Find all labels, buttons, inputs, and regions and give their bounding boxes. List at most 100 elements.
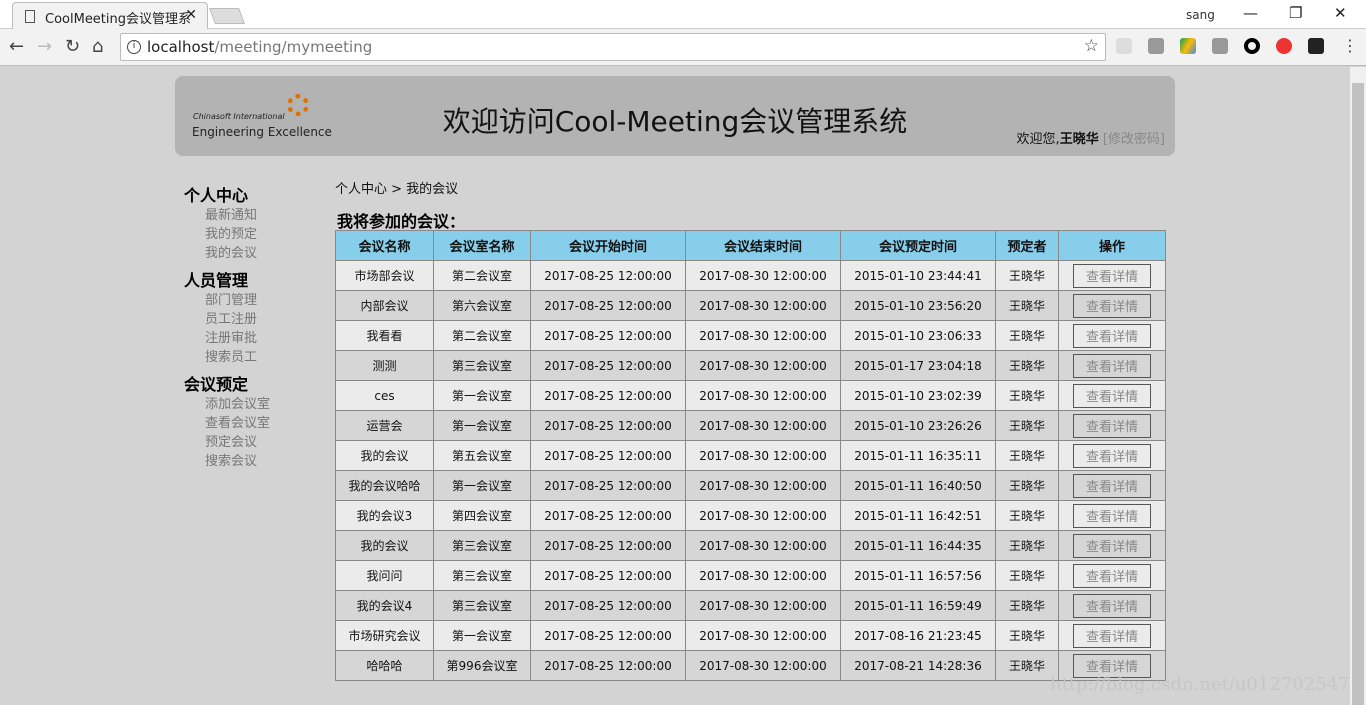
view-details-button[interactable]: 查看详情 <box>1073 533 1151 558</box>
table-cell: 2017-08-30 12:00:00 <box>685 590 841 621</box>
view-details-button[interactable]: 查看详情 <box>1073 443 1151 468</box>
gmail-extension-icon[interactable] <box>1148 38 1164 54</box>
drive-extension-icon[interactable] <box>1180 38 1196 54</box>
sidebar-item[interactable]: 注册审批 <box>184 327 270 346</box>
view-details-button[interactable]: 查看详情 <box>1073 503 1151 528</box>
view-details-button[interactable]: 查看详情 <box>1073 263 1151 288</box>
table-cell: 第三会议室 <box>433 350 531 381</box>
table-cell: 第996会议室 <box>433 650 531 681</box>
view-details-button[interactable]: 查看详情 <box>1073 413 1151 438</box>
browser-tabbar: CoolMeeting会议管理系 ✕ sang — ❐ ✕ <box>0 0 1366 30</box>
view-details-button[interactable]: 查看详情 <box>1073 563 1151 588</box>
circle-extension-icon[interactable] <box>1244 38 1260 54</box>
bookmark-star-icon[interactable]: ☆ <box>1084 36 1099 56</box>
table-cell: 王晓华 <box>995 560 1059 591</box>
table-cell: 第三会议室 <box>433 590 531 621</box>
table-cell: 第三会议室 <box>433 530 531 561</box>
reload-icon[interactable]: ↻ <box>65 36 80 57</box>
sidebar-item[interactable]: 部门管理 <box>184 289 270 308</box>
table-cell: 市场研究会议 <box>335 620 434 651</box>
watermark: http://blog.csdn.net/u012702547 <box>1050 674 1350 695</box>
table-cell: 王晓华 <box>995 470 1059 501</box>
table-cell: 我的会议3 <box>335 500 434 531</box>
restore-icon[interactable]: ❐ <box>1289 4 1302 22</box>
table-cell: 第五会议室 <box>433 440 531 471</box>
close-window-icon[interactable]: ✕ <box>1334 4 1347 22</box>
table-cell: 我的会议哈哈 <box>335 470 434 501</box>
scrollbar[interactable] <box>1350 67 1366 705</box>
table-cell: 2017-08-25 12:00:00 <box>530 500 686 531</box>
view-details-button[interactable]: 查看详情 <box>1073 383 1151 408</box>
md-extension-icon[interactable] <box>1212 38 1228 54</box>
table-cell: 第一会议室 <box>433 620 531 651</box>
view-details-button[interactable]: 查看详情 <box>1073 623 1151 648</box>
close-tab-icon[interactable]: ✕ <box>185 7 197 23</box>
table-cell: 第三会议室 <box>433 560 531 591</box>
table-cell: 2017-08-21 14:28:36 <box>840 650 996 681</box>
table-cell: 2017-08-25 12:00:00 <box>530 470 686 501</box>
sidebar-item[interactable]: 预定会议 <box>184 431 270 450</box>
back-icon[interactable]: ← <box>9 36 24 57</box>
sidebar-item[interactable]: 搜索员工 <box>184 346 270 365</box>
forward-icon[interactable]: → <box>37 36 52 57</box>
scrollbar-thumb[interactable] <box>1352 83 1364 705</box>
column-header: 预定者 <box>995 230 1059 261</box>
action-cell: 查看详情 <box>1058 380 1166 411</box>
table-cell: 王晓华 <box>995 590 1059 621</box>
table-cell: ces <box>335 380 434 411</box>
table-cell: 2017-08-25 12:00:00 <box>530 620 686 651</box>
table-cell: 王晓华 <box>995 350 1059 381</box>
home-icon[interactable]: ⌂ <box>92 36 103 57</box>
l-extension-icon[interactable] <box>1308 38 1324 54</box>
action-cell: 查看详情 <box>1058 500 1166 531</box>
change-password-link[interactable]: [修改密码] <box>1103 132 1165 147</box>
menu-icon[interactable]: ⋮ <box>1342 36 1358 55</box>
column-header: 会议名称 <box>335 230 434 261</box>
new-tab-button[interactable] <box>209 8 245 24</box>
sidebar-group-title: 个人中心 <box>184 186 249 205</box>
view-details-button[interactable]: 查看详情 <box>1073 353 1151 378</box>
table-cell: 2017-08-25 12:00:00 <box>530 440 686 471</box>
sidebar-item[interactable]: 我的预定 <box>184 223 270 242</box>
table-cell: 2017-08-30 12:00:00 <box>685 530 841 561</box>
view-details-button[interactable]: 查看详情 <box>1073 293 1151 318</box>
sidebar-item[interactable]: 搜索会议 <box>184 450 270 469</box>
table-cell: 2017-08-25 12:00:00 <box>530 380 686 411</box>
browser-tab[interactable]: CoolMeeting会议管理系 ✕ <box>12 2 208 30</box>
table-row: 我的会议 第三会议室 2017-08-25 12:00:00 2017-08-30 1… <box>335 530 1166 561</box>
table-cell: 2017-08-30 12:00:00 <box>685 320 841 351</box>
sidebar-item[interactable]: 员工注册 <box>184 308 270 327</box>
welcome-label: 欢迎您, <box>1016 132 1060 147</box>
table-cell: 2017-08-25 12:00:00 <box>530 350 686 381</box>
action-cell: 查看详情 <box>1058 590 1166 621</box>
minimize-icon[interactable]: — <box>1243 4 1258 22</box>
adblock-extension-icon[interactable] <box>1276 38 1292 54</box>
table-cell: 2015-01-11 16:35:11 <box>840 440 996 471</box>
table-cell: 2015-01-11 16:44:35 <box>840 530 996 561</box>
sidebar-item[interactable]: 添加会议室 <box>184 393 270 412</box>
table-cell: 2017-08-25 12:00:00 <box>530 590 686 621</box>
table-cell: 2017-08-25 12:00:00 <box>530 410 686 441</box>
table-cell: 王晓华 <box>995 500 1059 531</box>
table-cell: 2017-08-25 12:00:00 <box>530 560 686 591</box>
sidebar-item[interactable]: 查看会议室 <box>184 412 270 431</box>
table-row: 内部会议 第六会议室 2017-08-25 12:00:00 2017-08-30 1… <box>335 290 1166 321</box>
sidebar-item[interactable]: 最新通知 <box>184 204 270 223</box>
table-cell: 2015-01-10 23:02:39 <box>840 380 996 411</box>
info-icon[interactable]: i <box>127 40 141 54</box>
profile-name[interactable]: sang <box>1186 8 1215 22</box>
table-cell: 市场部会议 <box>335 260 434 291</box>
address-bar[interactable]: i localhost/meeting/mymeeting ☆ <box>120 33 1106 61</box>
column-header: 操作 <box>1058 230 1166 261</box>
sidebar-item[interactable]: 我的会议 <box>184 242 270 261</box>
view-details-button[interactable]: 查看详情 <box>1073 473 1151 498</box>
extension-icon[interactable] <box>1116 38 1132 54</box>
table-row: 哈哈哈 第996会议室 2017-08-25 12:00:00 2017-08-30 … <box>335 650 1166 681</box>
column-header: 会议开始时间 <box>530 230 686 261</box>
table-cell: 2015-01-11 16:59:49 <box>840 590 996 621</box>
view-details-button[interactable]: 查看详情 <box>1073 593 1151 618</box>
view-details-button[interactable]: 查看详情 <box>1073 323 1151 348</box>
table-cell: 2017-08-30 12:00:00 <box>685 260 841 291</box>
table-cell: 王晓华 <box>995 410 1059 441</box>
table-cell: 2017-08-30 12:00:00 <box>685 560 841 591</box>
